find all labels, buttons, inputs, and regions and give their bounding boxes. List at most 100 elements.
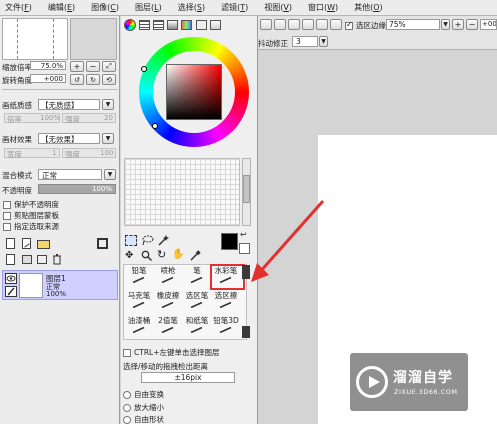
move-icon[interactable]: ✥ [125,250,136,261]
selection-source-checkbox[interactable]: 指定选取来源 [3,221,59,232]
checkbox-box[interactable] [3,222,11,231]
scratchpad-grid[interactable] [124,158,240,226]
rotate-field[interactable]: +000 [30,74,66,83]
canvas-angle-field[interactable]: +000 [480,19,497,30]
clipping-checkbox[interactable]: 剪贴图层蒙板 [3,210,59,221]
paper-texture-dropdown-icon[interactable]: ▼ [102,99,114,110]
layer-brush-icon[interactable] [5,286,17,297]
tool-label: 橡皮擦 [156,291,180,300]
drag-distance-field[interactable]: ±16pix [141,372,235,383]
paper-effect-dropdown-icon[interactable]: ▼ [102,133,114,144]
mixer-mode-icon[interactable] [167,20,178,30]
menu-item[interactable]: 其他(O) [349,2,388,13]
preserve-opacity-checkbox[interactable]: 保护不透明度 [3,199,59,210]
toolbar-icon-2[interactable] [274,19,286,30]
eyedropper-icon[interactable] [190,250,201,261]
scale-radio[interactable]: 放大缩小 [123,402,164,413]
rotate-left-button[interactable]: ↺ [70,74,84,85]
checkbox-box[interactable] [3,200,11,209]
zoom-reset-button[interactable]: ⤢ [102,61,116,72]
toolbar-icon-4[interactable] [302,19,314,30]
opacity-slider[interactable]: 100% [38,184,116,194]
zoom-in-button[interactable]: + [70,61,84,72]
tool-pencil-3d[interactable]: 铅笔3D [211,316,241,334]
checkbox-box[interactable]: ✓ [345,20,353,30]
canvas-zoom-in-button[interactable]: + [452,19,464,30]
checkbox-box[interactable] [3,211,11,220]
menu-item[interactable]: 文件(F) [0,2,37,13]
tool-bucket[interactable]: 油漆桶 [124,316,154,334]
user-swatch-mode-icon[interactable] [210,20,221,30]
tool-scrollbar-bottom[interactable] [242,326,250,338]
new-folder-icon[interactable] [37,240,50,249]
layer-row[interactable]: 图层1 正常 100% [2,270,118,300]
zoom-icon[interactable] [141,250,153,262]
tool-airbrush[interactable]: 喷枪 [153,266,183,284]
saturation-cursor[interactable] [152,123,158,129]
hand-icon[interactable]: ✋ [172,249,184,261]
tool-eraser[interactable]: 橡皮擦 [153,291,183,309]
rotate-reset-button[interactable]: ⟲ [102,74,116,85]
new-vector-layer-icon[interactable] [22,238,31,249]
menu-item-shortcut: (F) [21,3,32,12]
hue-cursor[interactable] [141,66,147,72]
swatch-mode-icon[interactable] [181,20,192,30]
menu-item[interactable]: 选择(S) [173,2,210,13]
tool-pencil[interactable]: 铅笔 [124,266,154,284]
menu-item[interactable]: 图像(C) [86,2,124,13]
hsv-slider-mode-icon[interactable] [153,20,164,30]
blend-mode-dropdown-icon[interactable]: ▼ [104,169,116,180]
menu-item[interactable]: 滤镜(T) [216,2,253,13]
ctrl-click-checkbox[interactable]: CTRL+左键单击选择图层 [123,347,220,358]
layer-mask-icon[interactable] [97,238,108,249]
copy-layer-icon[interactable] [6,254,15,265]
zoom-field[interactable]: 75.0% [30,61,66,70]
menu-item[interactable]: 图层(L) [130,2,167,13]
radio-dot[interactable] [123,403,131,412]
zoom-out-button[interactable]: − [86,61,100,72]
paper-effect-select[interactable]: 【无效果】 [38,133,100,144]
lasso-icon[interactable] [141,235,154,246]
magic-wand-icon[interactable] [157,235,169,246]
menu-item[interactable]: 窗口(W) [303,2,343,13]
transfer-layer-icon[interactable] [22,255,32,264]
layer-visibility-icon[interactable] [5,273,17,284]
canvas-zoom-select[interactable]: 75% [386,19,440,30]
scratchpad-mode-icon[interactable] [196,20,207,30]
tool-select-pen[interactable]: 选区笔 [182,291,212,309]
tool-select-eraser[interactable]: 选区擦 [211,291,241,309]
menu-item[interactable]: 编辑(E) [43,2,80,13]
checkbox-box[interactable] [123,348,131,357]
navigator-preview[interactable] [2,18,68,60]
primary-color-swatch[interactable] [221,233,238,250]
rotate-right-button[interactable]: ↻ [86,74,100,85]
blend-mode-select[interactable]: 正常 [38,169,102,180]
trash-icon[interactable] [52,254,62,265]
radio-dot[interactable] [123,415,131,424]
merge-layer-icon[interactable] [37,255,47,264]
zoom-dropdown-icon[interactable]: ▼ [441,19,450,30]
rgb-slider-mode-icon[interactable] [139,20,150,30]
antialias-checkbox[interactable]: ✓ 选区边缘 [345,20,386,31]
toolbar-icon-6[interactable] [330,19,342,30]
radio-dot[interactable] [123,390,131,399]
stabilizer-dropdown-icon[interactable]: ▼ [319,36,328,47]
color-saturation-square[interactable] [166,64,222,120]
stabilizer-select[interactable]: 3 [292,36,318,47]
rect-select-icon[interactable] [125,235,137,246]
tool-pen[interactable]: 笔 [182,266,212,284]
toolbar-icon-1[interactable] [260,19,272,30]
toolbar-icon-5[interactable] [316,19,328,30]
tool-marker[interactable]: 马克笔 [124,291,154,309]
canvas-zoom-out-button[interactable]: − [466,19,478,30]
menu-item[interactable]: 视图(V) [259,2,297,13]
tool-washi-pen[interactable]: 和纸笔 [182,316,212,334]
free-transform-radio[interactable]: 自由变换 [123,389,164,400]
new-layer-icon[interactable] [6,238,15,249]
paper-texture-select[interactable]: 【无质感】 [38,99,100,110]
tool-binary-pen[interactable]: 2值笔 [153,316,183,334]
color-wheel-mode-icon[interactable] [124,19,136,31]
rotate-icon[interactable]: ↻ [157,249,169,261]
free-shape-radio[interactable]: 自由形状 [123,414,164,424]
toolbar-icon-3[interactable] [288,19,300,30]
